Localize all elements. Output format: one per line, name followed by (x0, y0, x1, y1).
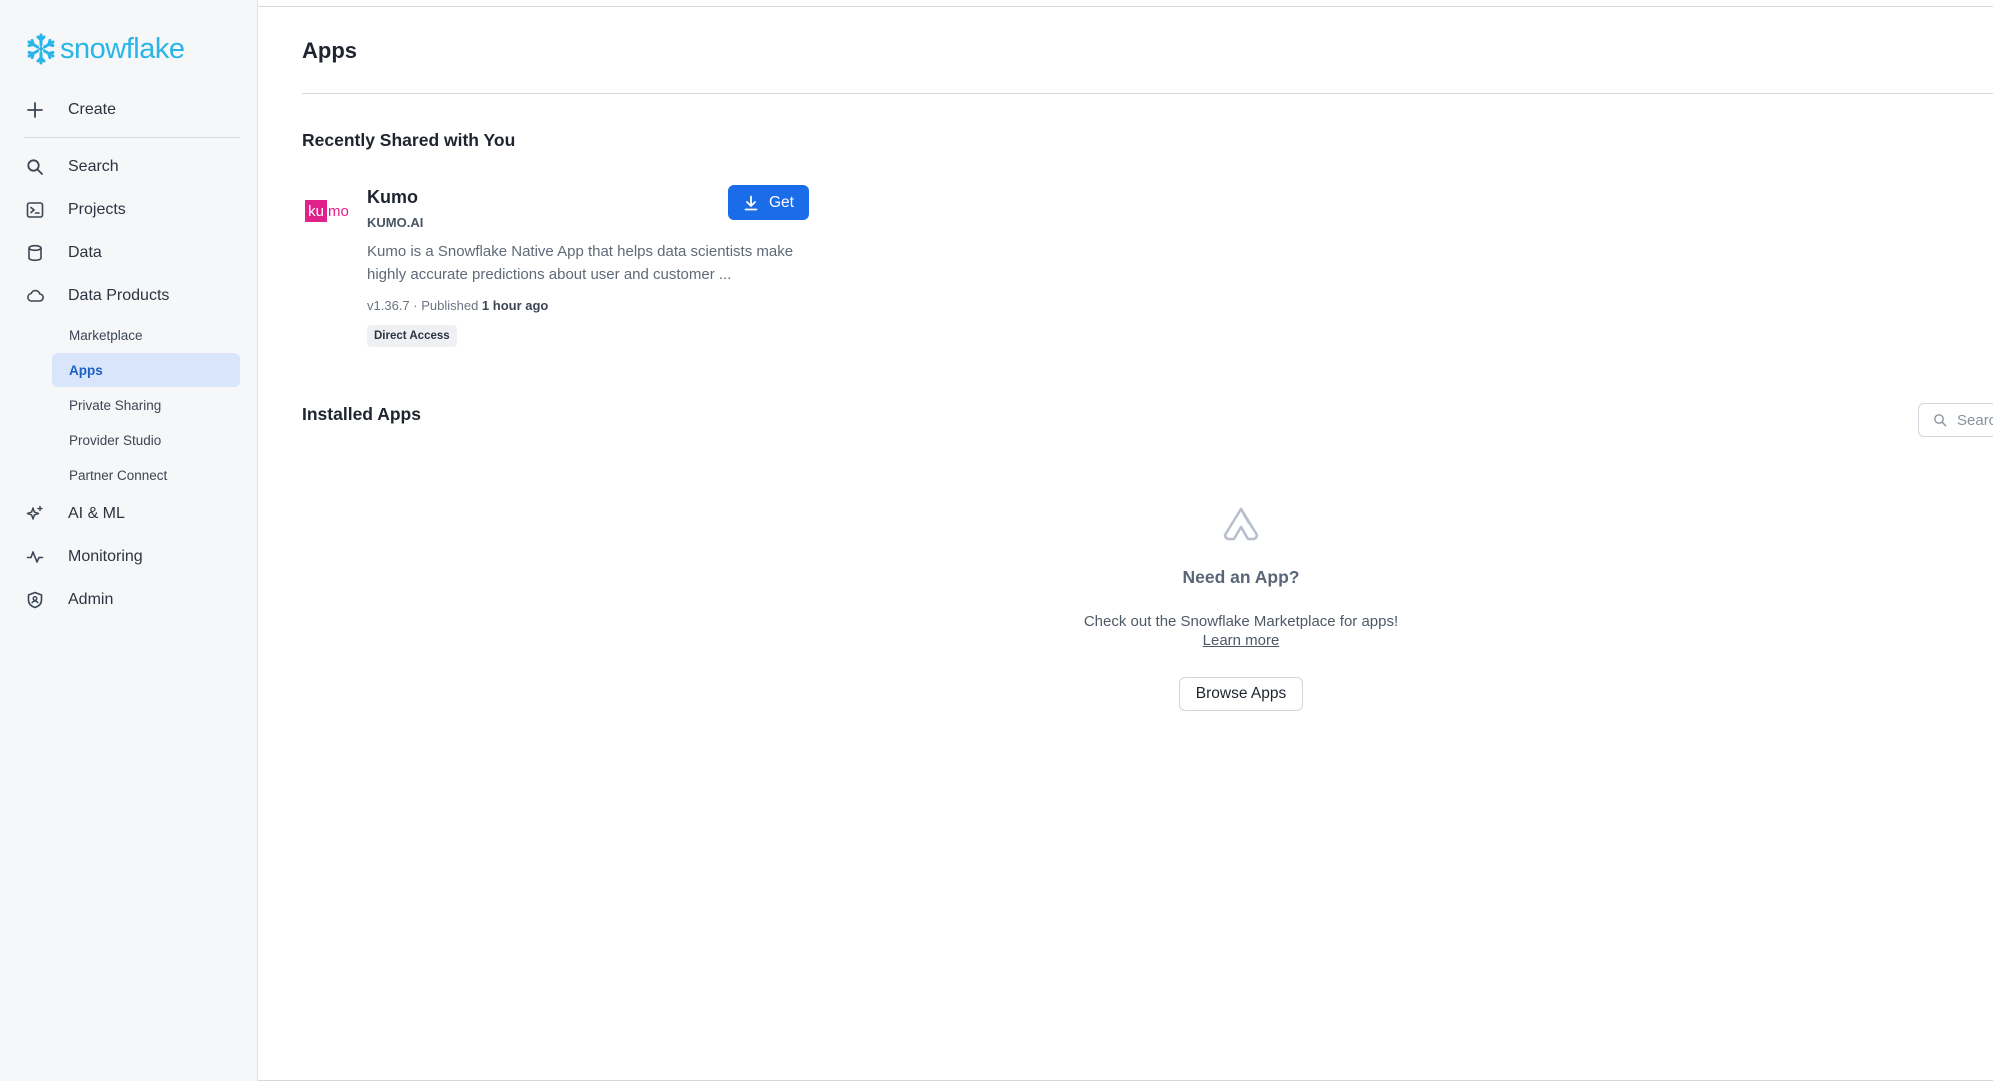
app-icon (1223, 507, 1259, 541)
sidebar-subitem-marketplace[interactable]: Marketplace (52, 318, 240, 352)
sidebar-subitem-label: Provider Studio (69, 432, 162, 448)
database-icon (24, 242, 46, 264)
app-description: Kumo is a Snowflake Native App that help… (367, 243, 794, 283)
sidebar-item-search[interactable]: Search (24, 150, 119, 184)
meta-separator: · Published (409, 298, 482, 313)
sidebar-divider (24, 137, 240, 138)
sidebar-subitem-label: Partner Connect (69, 467, 168, 483)
plus-icon (24, 99, 46, 121)
installed-apps-search[interactable] (1918, 403, 1993, 437)
brand-wordmark: snowflake (60, 32, 185, 65)
sidebar-subitem-provider-studio[interactable]: Provider Studio (52, 423, 240, 457)
search-icon (1934, 414, 1947, 427)
search-icon (24, 156, 46, 178)
sidebar-item-ai-ml[interactable]: AI & ML (24, 497, 125, 531)
title-divider (302, 93, 1993, 94)
browse-apps-button[interactable]: Browse Apps (1179, 677, 1303, 711)
search-input[interactable] (1957, 411, 1993, 429)
sidebar-item-label: Projects (68, 201, 126, 218)
empty-state-text: Check out the Snowflake Marketplace for … (1083, 613, 1399, 630)
sidebar-item-label: Data Products (68, 287, 170, 304)
create-label: Create (68, 101, 117, 118)
kumo-logo-text: mo (328, 202, 349, 220)
sidebar-item-label: AI & ML (68, 505, 125, 522)
kumo-logo: ku mo (305, 199, 353, 223)
cloud-icon (24, 285, 46, 307)
empty-state-title: Need an App? (1182, 567, 1300, 587)
terminal-icon (24, 199, 46, 221)
kumo-logo-mark: ku (305, 200, 327, 222)
sidebar-item-data[interactable]: Data (24, 236, 102, 270)
download-icon (744, 195, 758, 210)
sidebar-item-data-products[interactable]: Data Products (24, 279, 169, 313)
sidebar-item-label: Monitoring (68, 548, 143, 565)
sidebar-subitem-apps[interactable]: Apps (52, 353, 240, 387)
sidebar: snowflake Create Search Projects Data Da… (0, 0, 258, 1081)
sidebar-item-label: Admin (68, 591, 114, 608)
sidebar-item-admin[interactable]: Admin (24, 583, 113, 617)
learn-more-link[interactable]: Learn more (1141, 632, 1341, 649)
snowflake-logo-icon (27, 33, 55, 65)
get-button-label: Get (769, 193, 794, 211)
app-provider: KUMO.AI (367, 215, 424, 230)
app-meta: v1.36.7 · Published 1 hour ago (367, 298, 548, 313)
sidebar-item-label: Data (68, 244, 102, 261)
app-published-time: 1 hour ago (481, 298, 549, 313)
sidebar-subitem-private-sharing[interactable]: Private Sharing (52, 388, 240, 422)
get-button[interactable]: Get (728, 185, 809, 220)
access-badge: Direct Access (367, 325, 457, 347)
activity-icon (24, 546, 46, 568)
installed-apps-heading: Installed Apps (302, 404, 421, 424)
snowflake-logo[interactable]: snowflake (24, 32, 185, 66)
shield-icon (24, 589, 46, 611)
top-frame-line (258, 6, 1993, 7)
sidebar-subitem-partner-connect[interactable]: Partner Connect (52, 458, 240, 492)
recently-shared-heading: Recently Shared with You (302, 130, 516, 150)
page-title: Apps (302, 38, 357, 63)
sparkle-icon (24, 503, 46, 525)
sidebar-item-projects[interactable]: Projects (24, 193, 126, 227)
app-name[interactable]: Kumo (367, 187, 418, 208)
sidebar-subitem-label: Private Sharing (69, 397, 162, 413)
create-button[interactable]: Create (24, 93, 116, 127)
sidebar-item-monitoring[interactable]: Monitoring (24, 540, 143, 574)
app-version: v1.36.7 (367, 298, 410, 313)
sidebar-subitem-label: Marketplace (69, 327, 143, 343)
sidebar-item-label: Search (68, 158, 119, 175)
sidebar-subitem-label: Apps (69, 362, 103, 378)
